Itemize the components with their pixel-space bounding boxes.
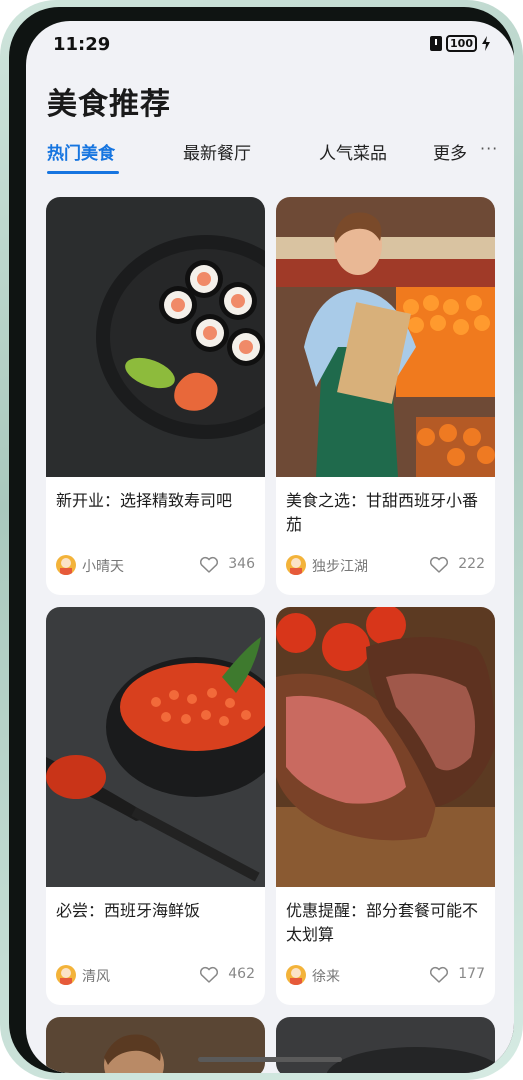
card-next-left[interactable] — [46, 1017, 265, 1073]
category-tabs: 热门美食 最新餐厅 人气菜品 更多 ··· — [47, 139, 507, 179]
tab-active-indicator — [47, 171, 119, 174]
card-seafood-rice[interactable]: 必尝：西班牙海鲜饭 清风 462 — [46, 607, 265, 1005]
avatar — [56, 555, 76, 575]
tab-new-restaurants[interactable]: 最新餐厅 — [183, 139, 251, 164]
card-next-right[interactable] — [276, 1017, 495, 1073]
heart-icon[interactable] — [429, 556, 449, 574]
card-footer: 独步江湖 222 — [286, 553, 485, 577]
card-image-steak — [276, 607, 495, 887]
author-name: 徐来 — [312, 969, 340, 985]
card-title: 美食之选：甘甜西班牙小番茄 — [286, 491, 479, 534]
heart-icon[interactable] — [199, 556, 219, 574]
like-count: 177 — [458, 966, 485, 982]
like-count: 222 — [458, 556, 485, 572]
card-steak[interactable]: 优惠提醒：部分套餐可能不太划算 徐来 177 — [276, 607, 495, 1005]
card-title: 新开业：选择精致寿司吧 — [56, 491, 233, 510]
tab-hot-food[interactable]: 热门美食 — [47, 139, 115, 164]
card-image-grocer — [276, 197, 495, 477]
card-title: 必尝：西班牙海鲜饭 — [56, 901, 201, 920]
status-time: 11:29 — [53, 34, 111, 55]
card-image-sushi — [46, 197, 265, 477]
author-name: 小晴天 — [82, 559, 124, 575]
status-icons: 100 — [430, 35, 491, 52]
like-count: 346 — [228, 556, 255, 572]
card-footer: 小晴天 346 — [56, 553, 255, 577]
card-footer: 清风 462 — [56, 963, 255, 987]
home-indicator[interactable] — [198, 1057, 342, 1062]
sim-alert-icon — [430, 36, 443, 51]
card-image-partial — [46, 1017, 265, 1073]
author-name: 独步江湖 — [312, 559, 368, 575]
charging-icon — [482, 36, 490, 51]
card-footer: 徐来 177 — [286, 963, 485, 987]
heart-icon[interactable] — [429, 966, 449, 984]
card-image-partial — [276, 1017, 495, 1073]
tab-more[interactable]: 更多 — [433, 139, 467, 164]
phone-bezel: 11:29 100 美食推荐 热门美食 最新餐厅 人气菜品 更多 ··· 新开业… — [9, 7, 514, 1073]
ellipsis-icon[interactable]: ··· — [480, 139, 498, 158]
card-tomatoes[interactable]: 美食之选：甘甜西班牙小番茄 独步江湖 222 — [276, 197, 495, 595]
phone-frame: 11:29 100 美食推荐 热门美食 最新餐厅 人气菜品 更多 ··· 新开业… — [0, 0, 523, 1080]
avatar — [286, 965, 306, 985]
card-sushi[interactable]: 新开业：选择精致寿司吧 小晴天 346 — [46, 197, 265, 595]
card-image-salmon-roe — [46, 607, 265, 887]
screen: 11:29 100 美食推荐 热门美食 最新餐厅 人气菜品 更多 ··· 新开业… — [26, 21, 514, 1073]
avatar — [286, 555, 306, 575]
heart-icon[interactable] — [199, 966, 219, 984]
tab-popular-dishes[interactable]: 人气菜品 — [319, 139, 387, 164]
avatar — [56, 965, 76, 985]
author-name: 清风 — [82, 969, 110, 985]
card-title: 优惠提醒：部分套餐可能不太划算 — [286, 901, 479, 944]
status-bar: 11:29 100 — [26, 21, 514, 65]
like-count: 462 — [228, 966, 255, 982]
battery-icon: 100 — [446, 35, 477, 52]
page-title: 美食推荐 — [47, 87, 171, 122]
